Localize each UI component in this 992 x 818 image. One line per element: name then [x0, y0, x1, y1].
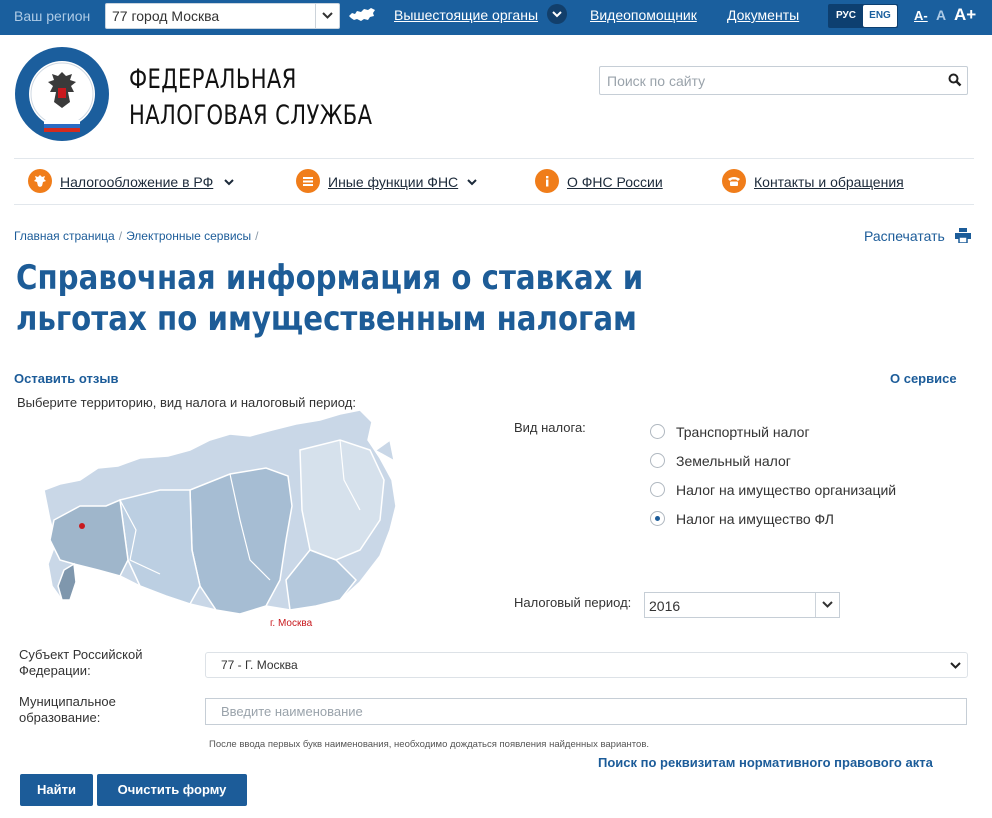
radio-button-selected[interactable] — [650, 511, 665, 526]
page-title: Справочная информация о ставках и льгота… — [16, 258, 644, 339]
municipality-note: После ввода первых букв наименования, не… — [209, 739, 650, 750]
fns-emblem-logo[interactable] — [14, 46, 110, 142]
print-link[interactable]: Распечатать — [864, 228, 945, 244]
tax-period-value: 2016 — [649, 598, 681, 614]
divider — [14, 158, 974, 159]
chevron-down-icon[interactable] — [315, 4, 339, 28]
nav-label: О ФНС России — [567, 174, 663, 190]
municipality-label: Муниципальное образование: — [19, 694, 116, 726]
info-icon — [535, 169, 559, 193]
region-label: Ваш регион — [14, 8, 91, 24]
region-select-value: 77 город Москва — [112, 8, 220, 24]
municipality-input[interactable] — [221, 704, 941, 719]
map-caption: г. Москва — [270, 618, 313, 629]
breadcrumb-e-services[interactable]: Электронные сервисы — [126, 229, 251, 243]
breadcrumb-home[interactable]: Главная страница — [14, 229, 115, 243]
search-by-requisites-link[interactable]: Поиск по реквизитам нормативного правово… — [598, 755, 933, 770]
nav-taxation[interactable]: Налогообложение в РФ — [28, 169, 238, 195]
documents-link[interactable]: Документы — [727, 7, 799, 23]
moscow-marker[interactable] — [79, 523, 85, 529]
lang-ru-button[interactable]: РУС — [829, 4, 863, 28]
nav-label: Иные функции ФНС — [328, 174, 459, 190]
tax-option-transport[interactable]: Транспортный налог — [650, 422, 850, 442]
menu-icon — [296, 169, 320, 193]
tax-option-land[interactable]: Земельный налог — [650, 451, 850, 471]
tax-option-org-property[interactable]: Налог на имущество организаций — [650, 480, 910, 500]
nav-about-fns[interactable]: О ФНС России — [535, 169, 675, 195]
radio-label: Налог на имущество организаций — [676, 482, 897, 498]
municipality-field — [205, 698, 967, 725]
lang-en-button[interactable]: ENG — [863, 5, 897, 27]
tax-option-personal-property[interactable]: Налог на имущество ФЛ — [650, 509, 850, 529]
search-icon[interactable] — [948, 73, 962, 87]
nav-label: Налогообложение в РФ — [60, 174, 214, 190]
phone-icon — [722, 169, 746, 193]
russia-map-icon — [349, 8, 375, 21]
feedback-link[interactable]: Оставить отзыв — [14, 371, 118, 386]
clear-form-button[interactable]: Очистить форму — [97, 774, 247, 806]
region-select[interactable]: 77 город Москва — [105, 3, 340, 29]
selection-hint: Выберите территорию, вид налога и налого… — [17, 395, 356, 410]
brand-line-1: ФЕДЕРАЛЬНАЯ — [129, 64, 297, 95]
nav-contacts[interactable]: Контакты и обращения — [722, 169, 922, 195]
font-size-medium-button[interactable]: A — [936, 7, 946, 23]
breadcrumb: Главная страница / Электронные сервисы / — [14, 229, 259, 243]
radio-label: Налог на имущество ФЛ — [676, 511, 834, 527]
font-size-large-button[interactable]: A+ — [954, 5, 976, 25]
subject-select-value: 77 - Г. Москва — [221, 658, 298, 672]
printer-icon[interactable] — [955, 228, 971, 243]
radio-label: Земельный налог — [676, 453, 791, 469]
municipality-label-line-2: образование: — [19, 710, 101, 725]
font-size-small-button[interactable]: A- — [914, 8, 928, 23]
emblem-icon — [28, 169, 52, 193]
brand-name: ФЕДЕРАЛЬНАЯ НАЛОГОВАЯ СЛУЖБА — [129, 62, 372, 134]
nav-label: Контакты и обращения — [754, 174, 904, 190]
video-help-link[interactable]: Видеопомощник — [590, 7, 697, 23]
brand-line-2: НАЛОГОВАЯ СЛУЖБА — [129, 100, 373, 131]
chevron-down-icon[interactable] — [950, 662, 961, 669]
municipality-label-line-1: Муниципальное — [19, 694, 116, 709]
chevron-down-icon[interactable] — [547, 4, 567, 24]
russia-region-map[interactable] — [40, 410, 400, 620]
radio-label: Транспортный налог — [676, 424, 810, 440]
search-input[interactable] — [607, 72, 937, 90]
tax-period-label: Налоговый период: — [514, 595, 632, 610]
top-bar: Ваш регион 77 город Москва Вышестоящие о… — [0, 0, 992, 35]
site-search — [599, 66, 968, 95]
language-switcher: РУС ENG — [828, 4, 898, 28]
higher-bodies-link[interactable]: Вышестоящие органы — [394, 7, 538, 23]
radio-button[interactable] — [650, 453, 665, 468]
subject-select[interactable]: 77 - Г. Москва — [205, 652, 968, 678]
find-button[interactable]: Найти — [20, 774, 93, 806]
radio-button[interactable] — [650, 482, 665, 497]
chevron-down-icon[interactable] — [815, 593, 839, 617]
subject-label-line-1: Субъект Российской — [19, 647, 143, 662]
tax-type-label: Вид налога: — [514, 420, 586, 435]
about-service-link[interactable]: О сервисе — [890, 371, 957, 386]
radio-button[interactable] — [650, 424, 665, 439]
divider — [14, 204, 974, 205]
subject-label: Субъект Российской Федерации: — [19, 647, 142, 679]
subject-label-line-2: Федерации: — [19, 663, 91, 678]
tax-period-select[interactable]: 2016 — [644, 592, 840, 618]
nav-other-functions[interactable]: Иные функции ФНС — [296, 169, 486, 195]
